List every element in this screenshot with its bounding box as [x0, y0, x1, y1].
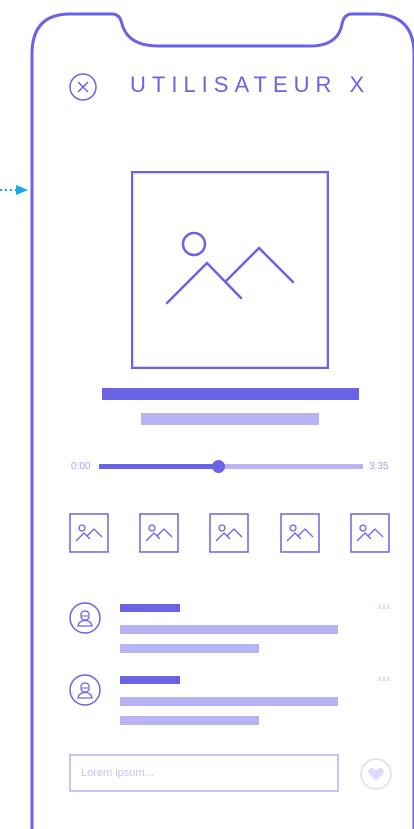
thumbnail-5[interactable]	[350, 513, 390, 553]
close-button[interactable]	[68, 72, 98, 102]
avatar[interactable]	[69, 602, 101, 634]
image-icon	[350, 513, 390, 553]
progress-handle[interactable]	[211, 460, 225, 473]
thumbnail-4[interactable]	[280, 513, 320, 553]
progress-slider[interactable]	[99, 460, 363, 474]
image-icon	[209, 513, 249, 553]
comment-author	[120, 604, 180, 612]
user-icon	[69, 674, 101, 706]
thumbnail-1[interactable]	[69, 513, 109, 553]
comment-input[interactable]	[69, 754, 339, 792]
flow-arrow-icon	[0, 185, 28, 195]
heart-icon	[360, 758, 392, 790]
image-icon	[280, 513, 320, 553]
time-start: 0:00	[71, 461, 91, 472]
thumbnail-2[interactable]	[139, 513, 179, 553]
image-icon	[139, 513, 179, 553]
comment-meta: xxx	[378, 674, 390, 683]
time-end: 3:35	[369, 461, 389, 472]
track-title	[102, 388, 359, 400]
thumbnail-3[interactable]	[209, 513, 249, 553]
like-button[interactable]	[360, 758, 392, 790]
comment-line-1	[120, 697, 338, 706]
close-icon	[69, 73, 97, 101]
image-icon	[69, 513, 109, 553]
comment-line-1	[120, 625, 338, 634]
avatar[interactable]	[69, 674, 101, 706]
image-icon	[131, 171, 329, 369]
page-title: UTILISATEUR X	[130, 72, 371, 97]
user-icon	[69, 602, 101, 634]
comment-author	[120, 676, 180, 684]
comment-meta: xxx	[378, 602, 390, 611]
comment-line-2	[120, 716, 259, 725]
cover-image	[131, 171, 329, 369]
track-subtitle	[141, 413, 319, 425]
comment-line-2	[120, 644, 259, 653]
progress-fill	[99, 464, 218, 469]
